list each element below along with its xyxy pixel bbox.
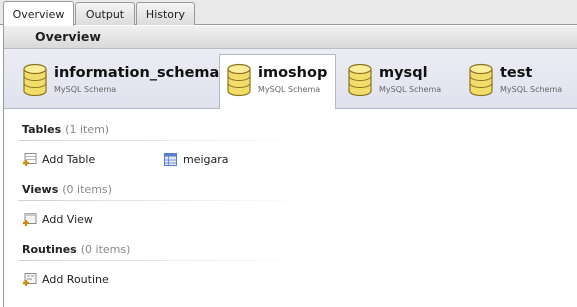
- schema-kind: MySQL Schema: [379, 85, 442, 94]
- tables-count: (1 item): [65, 123, 110, 136]
- schema-name: test: [500, 65, 533, 81]
- overview-section-header[interactable]: Overview: [4, 26, 577, 49]
- schema-name: mysql: [379, 65, 428, 81]
- add-view-button[interactable]: Add View: [22, 212, 93, 227]
- tab-overview[interactable]: Overview: [3, 1, 74, 26]
- schema-kind: MySQL Schema: [258, 85, 321, 94]
- routines-group-header: Routines (0 items): [22, 243, 130, 256]
- database-icon: [23, 63, 47, 97]
- tables-title: Tables: [22, 123, 62, 136]
- routines-divider: [18, 260, 308, 261]
- views-count: (0 items): [62, 183, 112, 196]
- views-group-header: Views (0 items): [22, 183, 112, 196]
- add-view-label: Add View: [42, 213, 93, 226]
- tab-output[interactable]: Output: [75, 2, 135, 25]
- tab-history[interactable]: History: [136, 2, 195, 25]
- add-table-label: Add Table: [42, 153, 96, 166]
- views-divider: [18, 200, 308, 201]
- add-view-icon: [23, 213, 37, 226]
- tab-history-label: History: [145, 7, 186, 21]
- schema-mysql[interactable]: mysql MySQL Schema: [341, 55, 459, 110]
- database-icon: [469, 63, 493, 97]
- database-icon: [348, 63, 372, 97]
- tab-overview-label: Overview: [12, 7, 65, 21]
- overview-title: Overview: [35, 29, 101, 44]
- schema-name: imoshop: [258, 65, 328, 81]
- tab-bar: Overview Output History: [0, 0, 577, 26]
- tables-group-header: Tables (1 item): [22, 123, 109, 136]
- schema-imoshop[interactable]: imoshop MySQL Schema: [219, 54, 336, 109]
- tab-output-label: Output: [85, 7, 125, 21]
- routines-title: Routines: [22, 243, 77, 256]
- add-table-icon: [23, 153, 37, 166]
- tables-divider: [18, 140, 308, 141]
- routines-count: (0 items): [80, 243, 131, 256]
- add-table-button[interactable]: Add Table: [22, 152, 95, 167]
- schema-kind: MySQL Schema: [54, 85, 117, 94]
- database-icon: [227, 63, 251, 97]
- add-routine-icon: [23, 273, 37, 286]
- schema-test[interactable]: test MySQL Schema: [462, 55, 576, 110]
- schema-name: information_schema: [54, 65, 220, 81]
- schema-kind: MySQL Schema: [500, 85, 563, 94]
- table-item-meigara[interactable]: meigara: [163, 152, 229, 167]
- add-routine-label: Add Routine: [42, 273, 109, 286]
- views-title: Views: [22, 183, 59, 196]
- schema-information-schema[interactable]: information_schema MySQL Schema: [16, 55, 220, 110]
- table-name: meigara: [183, 153, 229, 166]
- schema-list: information_schema MySQL Schema imoshop …: [4, 49, 577, 109]
- add-routine-button[interactable]: Add Routine: [22, 272, 109, 287]
- table-icon: [164, 153, 177, 166]
